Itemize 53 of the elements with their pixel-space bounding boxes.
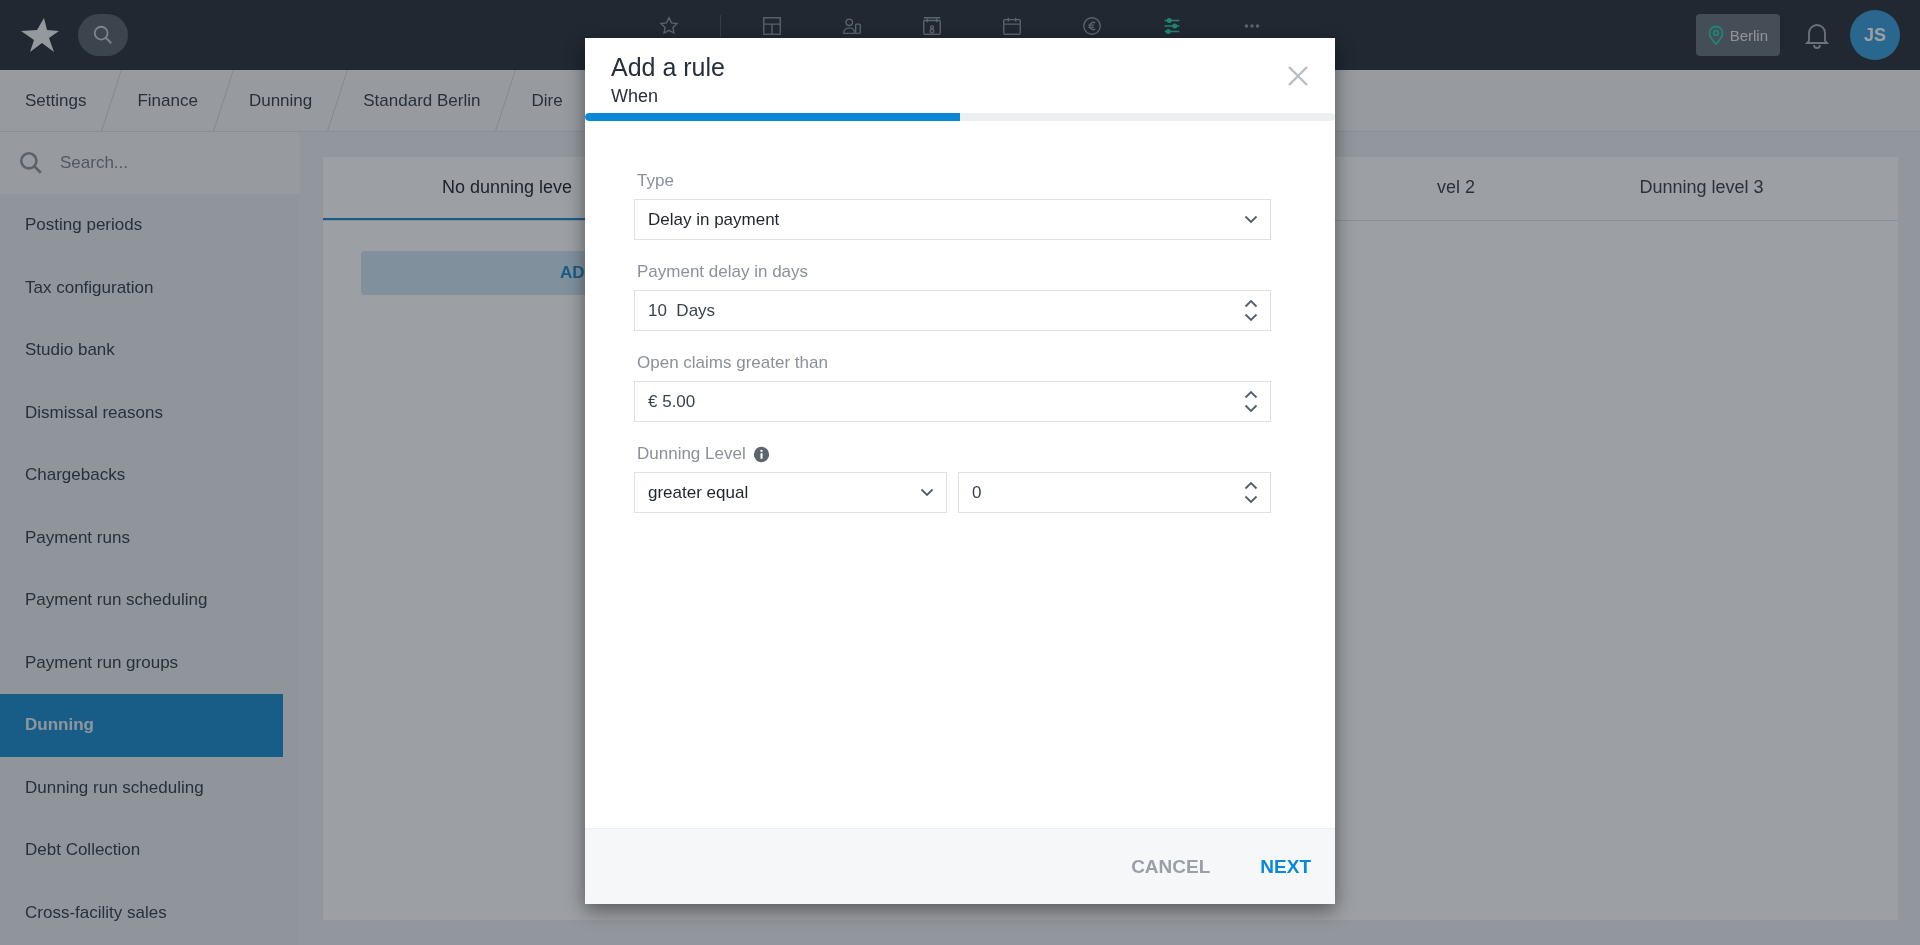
sidebar-item[interactable]: Tax configuration bbox=[0, 256, 283, 319]
breadcrumb-link[interactable]: Dire bbox=[506, 70, 588, 131]
search-icon bbox=[18, 150, 44, 176]
field-label: Type bbox=[637, 171, 674, 191]
sidebar-item[interactable]: Cross-facility sales bbox=[0, 881, 283, 944]
sidebar-item[interactable]: Dunning bbox=[0, 694, 283, 757]
sidebar-item[interactable]: Posting periods bbox=[0, 194, 283, 257]
chevron-up-icon bbox=[1244, 299, 1258, 308]
field-label: Open claims greater than bbox=[637, 353, 828, 373]
chevron-down-icon bbox=[1244, 495, 1258, 504]
cancel-button[interactable]: CANCEL bbox=[1131, 851, 1211, 882]
chevron-down-icon bbox=[1244, 313, 1258, 322]
dialog-subtitle: When bbox=[611, 86, 659, 107]
bell-icon[interactable] bbox=[1804, 21, 1830, 49]
breadcrumb-link[interactable]: Finance bbox=[112, 70, 223, 131]
search-button[interactable] bbox=[78, 14, 128, 56]
close-icon[interactable] bbox=[1287, 65, 1309, 87]
pin-icon bbox=[1707, 25, 1724, 45]
sidebar-item[interactable]: Payment run groups bbox=[0, 631, 283, 694]
euro-icon[interactable] bbox=[1080, 15, 1103, 37]
chevron-up-icon bbox=[1244, 390, 1258, 399]
calendar-icon[interactable] bbox=[920, 15, 943, 37]
level-tab[interactable]: Dunning level 3 bbox=[1505, 157, 1898, 220]
sidebar-item[interactable]: Debt Collection bbox=[0, 819, 283, 882]
type-dropdown[interactable]: Delay in payment bbox=[634, 199, 1271, 240]
next-button[interactable]: NEXT bbox=[1260, 851, 1311, 882]
number-field[interactable]: € 5.00 bbox=[634, 381, 1271, 422]
sidebar-item[interactable]: Payment runs bbox=[0, 506, 283, 569]
number-field[interactable]: 0 bbox=[958, 472, 1271, 513]
sidebar-item[interactable]: Payment run scheduling bbox=[0, 569, 283, 632]
calendar-icon[interactable] bbox=[1000, 15, 1023, 37]
number-field[interactable]: 10 Days bbox=[634, 290, 1271, 331]
sidebar-item[interactable]: Dunning run scheduling bbox=[0, 756, 283, 819]
person-card-icon[interactable] bbox=[840, 15, 863, 37]
chevron-down-icon bbox=[1244, 215, 1258, 224]
layout-icon[interactable] bbox=[760, 15, 783, 37]
search-icon bbox=[92, 24, 114, 46]
chevron-up-icon bbox=[1244, 481, 1258, 490]
dialog-title: Add a rule bbox=[611, 53, 725, 82]
sidebar-item[interactable]: Dismissal reasons bbox=[0, 381, 283, 444]
sidebar-item[interactable]: Studio bank bbox=[0, 319, 283, 382]
star-icon[interactable] bbox=[657, 15, 680, 37]
search-field[interactable]: Search... bbox=[58, 152, 262, 174]
breadcrumb-link[interactable]: Dunning bbox=[223, 70, 338, 131]
chevron-down-icon bbox=[920, 488, 934, 497]
sidebar-item[interactable]: Chargebacks bbox=[0, 444, 283, 507]
chevron-down-icon bbox=[1244, 404, 1258, 413]
operator-dropdown[interactable]: greater equal bbox=[634, 472, 947, 513]
location-button[interactable]: Berlin bbox=[1695, 14, 1780, 56]
field-label: Dunning Level bbox=[637, 444, 746, 464]
user-avatar[interactable]: JS bbox=[1850, 10, 1900, 60]
breadcrumb-link[interactable]: Settings bbox=[0, 70, 112, 131]
breadcrumb-link[interactable]: Standard Berlin bbox=[338, 70, 506, 131]
